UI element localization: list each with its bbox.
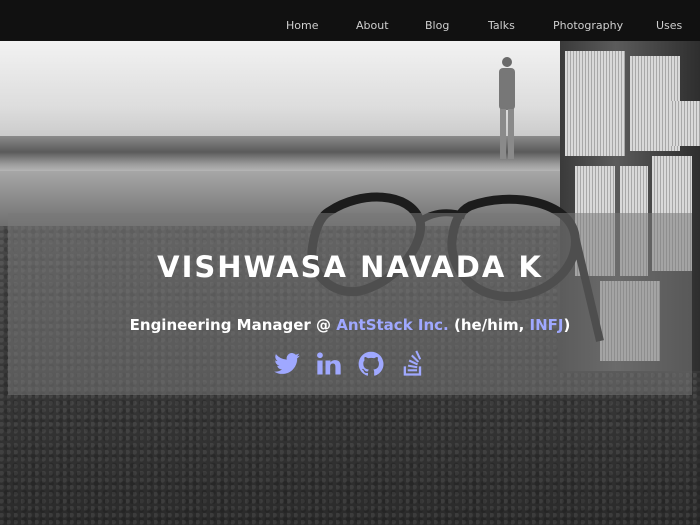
photo-book-edge (670, 101, 700, 146)
nav-link-uses[interactable]: Uses (656, 19, 682, 32)
twitter-link[interactable] (273, 350, 301, 378)
nav-link-home[interactable]: Home (286, 19, 318, 32)
top-navbar: Home About Blog Talks Photography Uses (0, 0, 700, 41)
photo-person-silhouette (499, 57, 515, 159)
linkedin-link[interactable] (315, 350, 343, 378)
nav-item-blog[interactable]: Blog (425, 14, 449, 33)
nav-link-photography[interactable]: Photography (553, 19, 623, 32)
personality-link[interactable]: INFJ (530, 316, 564, 334)
company-link[interactable]: AntStack Inc. (336, 316, 449, 334)
nav-item-about[interactable]: About (356, 14, 389, 33)
stackoverflow-icon (403, 350, 422, 376)
social-links (0, 350, 700, 378)
hero-name-title: VISHWASA NAVADA K (157, 250, 543, 284)
nav-item-home[interactable]: Home (286, 14, 318, 33)
github-link[interactable] (357, 350, 385, 378)
nav-link-about[interactable]: About (356, 19, 389, 32)
page: Home About Blog Talks Photography Uses V… (0, 0, 700, 525)
nav-item-photography[interactable]: Photography (553, 14, 623, 33)
linkedin-icon (317, 352, 341, 375)
photo-book-edge (565, 51, 625, 156)
nav-link-talks[interactable]: Talks (488, 19, 515, 32)
subtitle-pronouns-text: (he/him, (448, 316, 530, 334)
subtitle-role-text: Engineering Manager @ (129, 316, 337, 334)
hero-subtitle: Engineering Manager @ AntStack Inc. (he/… (0, 316, 700, 334)
stackoverflow-link[interactable] (399, 350, 427, 378)
subtitle-close-text: ) (563, 316, 571, 334)
nav-item-talks[interactable]: Talks (488, 14, 515, 33)
nav-link-blog[interactable]: Blog (425, 19, 449, 32)
nav-item-uses[interactable]: Uses (656, 14, 682, 33)
github-icon (358, 351, 384, 376)
twitter-icon (274, 353, 300, 374)
